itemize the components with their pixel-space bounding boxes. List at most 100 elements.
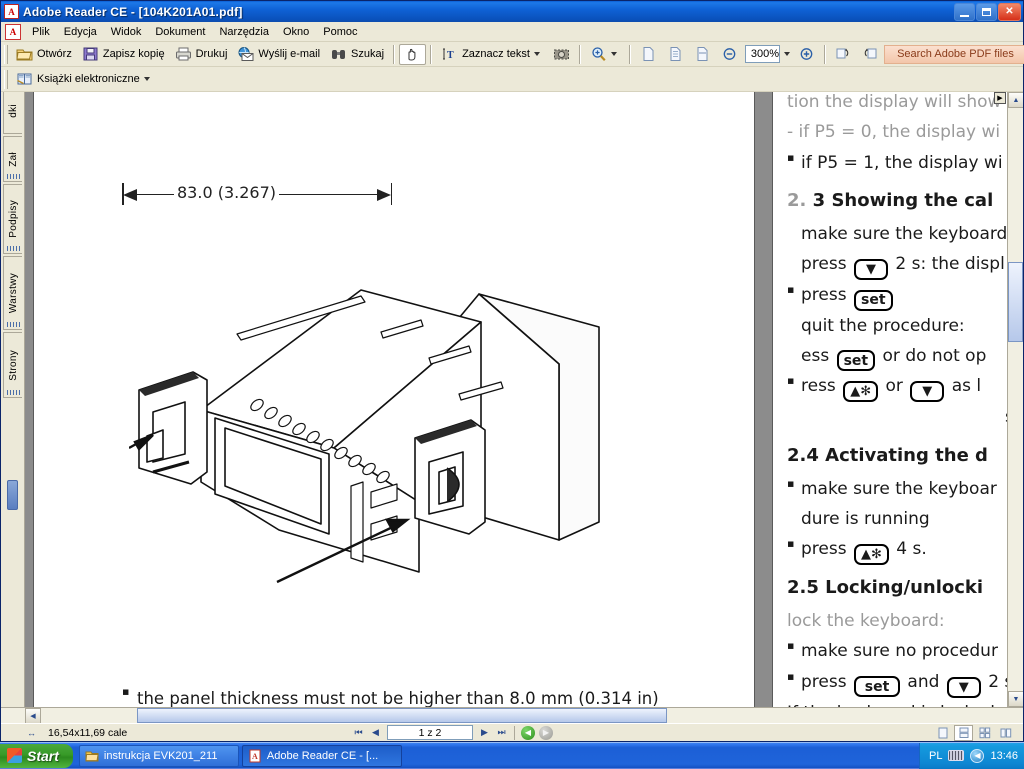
text-line: If the keyboard is locked, xyxy=(787,698,1023,707)
search-adobe-pdf-button[interactable]: Search Adobe PDF files xyxy=(884,45,1024,64)
bullet-item: the panel thickness must not be higher t… xyxy=(122,683,742,707)
continuous-facing-layout-button[interactable] xyxy=(996,725,1015,741)
restore-button[interactable] xyxy=(976,3,997,21)
first-page-button[interactable]: ⏮ xyxy=(350,725,367,740)
menu-dokument[interactable]: Dokument xyxy=(148,24,212,40)
taskbar-item-explorer[interactable]: instrukcja EVK201_211 xyxy=(79,745,239,767)
language-indicator[interactable]: PL xyxy=(929,750,942,762)
print-button[interactable]: Drukuj xyxy=(170,44,233,65)
chevron-down-icon-zoom[interactable] xyxy=(611,52,617,56)
print-label: Drukuj xyxy=(196,48,228,60)
vertical-scrollbar[interactable]: ▲ ▼ xyxy=(1007,92,1023,707)
hand-tool-button[interactable] xyxy=(399,44,426,65)
scroll-right-marker[interactable]: ▶ xyxy=(994,92,1006,104)
last-page-button[interactable]: ⏭ xyxy=(493,725,510,740)
clock[interactable]: 13:46 xyxy=(990,750,1018,762)
taskbar-item-explorer-label: instrukcja EVK201_211 xyxy=(104,750,218,762)
select-text-button[interactable]: T Zaznacz tekst xyxy=(436,44,548,65)
fit-width-button[interactable] xyxy=(689,44,716,65)
title-bar: A Adobe Reader CE - [104K201A01.pdf] ✕ xyxy=(1,1,1023,22)
fit-page-button[interactable] xyxy=(662,44,689,65)
select-text-icon: T xyxy=(441,46,458,62)
next-page-button[interactable]: ▶ xyxy=(476,725,493,740)
page-navigation-group: ⏮ ◀ 1 z 2 ▶ ⏭ ◀ ▶ xyxy=(350,725,555,741)
rotate-ccw-button[interactable] xyxy=(830,44,857,65)
pdf-page-1: 83.0 (3.267) xyxy=(33,92,755,707)
ebooks-button[interactable]: Książki elektroniczne xyxy=(11,69,158,90)
taskbar-item-adobe-reader-label: Adobe Reader CE - [... xyxy=(267,750,378,762)
actual-size-button[interactable] xyxy=(635,44,662,65)
taskbar-item-adobe-reader[interactable]: A Adobe Reader CE - [... xyxy=(242,745,402,767)
tab-dots-icon-2 xyxy=(7,246,20,251)
select-text-label: Zaznacz tekst xyxy=(462,48,530,60)
chevron-down-icon[interactable] xyxy=(534,52,540,56)
zoom-level-combobox[interactable]: 300% xyxy=(745,45,780,63)
minimize-button[interactable] xyxy=(954,3,975,21)
page-2-text-column: tion the display will show - if P5 = 0, … xyxy=(787,92,1023,707)
scroll-down-button[interactable]: ▼ xyxy=(1008,691,1023,707)
go-back-button[interactable]: ◀ xyxy=(521,726,535,740)
horizontal-scroll-thumb[interactable] xyxy=(137,708,667,723)
save-copy-button[interactable]: Zapisz kopię xyxy=(77,44,170,65)
page-number-field[interactable]: 1 z 2 xyxy=(387,725,473,740)
keyboard-icon[interactable] xyxy=(948,750,964,761)
email-button[interactable]: Wyślij e-mail xyxy=(232,44,325,65)
scroll-left-button[interactable]: ◀ xyxy=(25,708,41,724)
zoom-tool-button[interactable] xyxy=(585,44,625,65)
toolbar-grip[interactable] xyxy=(4,45,8,64)
zoom-in-button[interactable] xyxy=(793,44,820,65)
sidebar-tab-signatures[interactable]: Podpisy xyxy=(3,184,22,254)
press-word: press xyxy=(801,672,847,692)
volume-icon[interactable]: ◀ xyxy=(970,749,984,763)
window-title: Adobe Reader CE - [104K201A01.pdf] xyxy=(23,5,953,19)
sidebar-tab-attachments[interactable]: Zał xyxy=(3,136,22,182)
menu-plik[interactable]: Plik xyxy=(25,24,57,40)
rotate-cw-button[interactable] xyxy=(857,44,884,65)
sidebar-tab-layers[interactable]: Warstwy xyxy=(3,256,22,330)
navigation-pane-splitter[interactable] xyxy=(7,480,18,510)
document-viewport[interactable]: 83.0 (3.267) xyxy=(25,92,1023,707)
arrowhead-left-icon xyxy=(123,189,137,201)
menu-widok[interactable]: Widok xyxy=(104,24,149,40)
chevron-down-icon-zoomlevel[interactable] xyxy=(784,52,790,56)
sidebar-tab-layers-label: Warstwy xyxy=(8,273,19,313)
menu-edycja[interactable]: Edycja xyxy=(57,24,104,40)
menu-pomoc[interactable]: Pomoc xyxy=(316,24,364,40)
facing-layout-button[interactable] xyxy=(975,725,994,741)
open-label: Otwórz xyxy=(37,48,72,60)
adobe-reader-window: A Adobe Reader CE - [104K201A01.pdf] ✕ A… xyxy=(0,0,1024,742)
sidebar-tab-attachments-label: Zał xyxy=(8,152,19,167)
status-bar: ↔ 16,54x11,69 cale ⏮ ◀ 1 z 2 ▶ ⏭ ◀ ▶ xyxy=(1,723,1023,741)
continuous-layout-button[interactable] xyxy=(954,725,973,741)
svg-text:T: T xyxy=(447,50,454,61)
scroll-up-button[interactable]: ▲ xyxy=(1008,92,1023,108)
close-button[interactable]: ✕ xyxy=(998,3,1021,21)
line-tail: or do not op xyxy=(883,346,987,366)
horizontal-scrollbar[interactable]: ◀ xyxy=(1,707,1023,723)
line-tail: as l xyxy=(952,376,981,396)
fit-page-icon xyxy=(667,46,684,62)
open-button[interactable]: Otwórz xyxy=(11,44,77,65)
text-line-with-keys: ress ▲✻ or ▼ as l xyxy=(787,371,1023,402)
toolbar-separator xyxy=(393,45,395,64)
snapshot-button[interactable] xyxy=(548,44,575,65)
ebooks-toolbar-grip[interactable] xyxy=(4,70,8,89)
menu-narzedzia[interactable]: Narzędzia xyxy=(212,24,276,40)
search-label: Szukaj xyxy=(351,48,384,60)
chevron-down-icon-ebooks[interactable] xyxy=(144,77,150,81)
and-word: and xyxy=(907,672,939,692)
vertical-scroll-thumb[interactable] xyxy=(1008,262,1023,342)
sidebar-tab-bookmarks[interactable]: dki xyxy=(3,92,22,134)
search-button[interactable]: Szukaj xyxy=(325,44,389,65)
previous-page-button[interactable]: ◀ xyxy=(367,725,384,740)
key-set: set xyxy=(854,290,893,311)
page-layout-group xyxy=(931,725,1015,741)
zoom-out-button[interactable] xyxy=(716,44,743,65)
go-forward-button[interactable]: ▶ xyxy=(539,726,553,740)
ebooks-toolbar: Książki elektroniczne xyxy=(1,67,1023,92)
sidebar-tab-pages[interactable]: Strony xyxy=(3,332,22,398)
floppy-disk-icon xyxy=(82,46,99,62)
start-button[interactable]: Start xyxy=(0,744,73,768)
menu-okno[interactable]: Okno xyxy=(276,24,316,40)
single-page-layout-button[interactable] xyxy=(933,725,952,741)
